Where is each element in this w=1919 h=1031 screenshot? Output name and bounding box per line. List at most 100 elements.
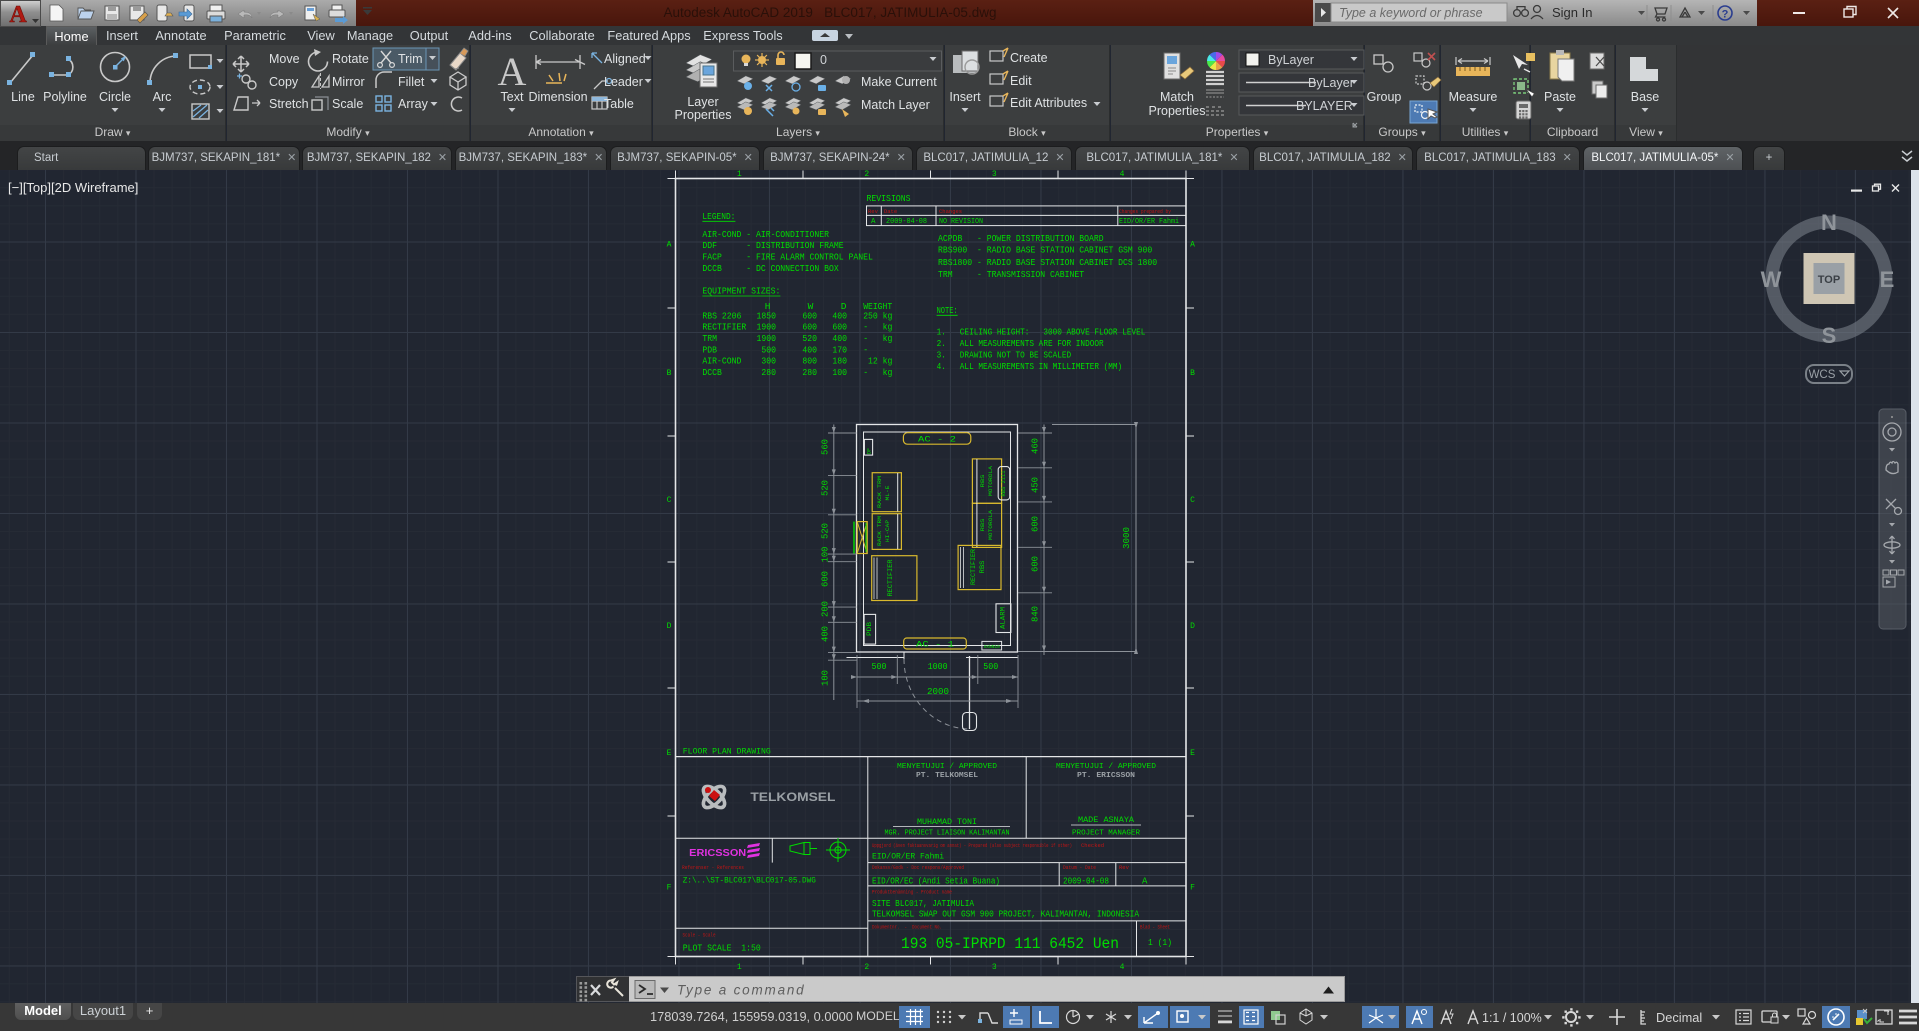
- svg-text:600: 600: [802, 310, 817, 321]
- svg-text:SITE BLC017, JATIMULIA: SITE BLC017, JATIMULIA: [872, 898, 974, 909]
- svg-text:TRM - TRANSMISSION CABINET: TRM - TRANSMISSION CABINET: [938, 269, 1084, 280]
- svg-text:F: F: [1190, 883, 1195, 892]
- svg-text:Blad - Sheet: Blad - Sheet: [1140, 923, 1170, 930]
- svg-text:460: 460: [1031, 438, 1041, 454]
- svg-text:Produktbenämning - Product nam: Produktbenämning - Product name: [872, 889, 952, 896]
- svg-text:600: 600: [821, 571, 831, 587]
- svg-text:2: 2: [864, 170, 869, 179]
- svg-text:Layer: Layer: [687, 95, 718, 109]
- svg-text:HI-CAP: HI-CAP: [884, 519, 891, 542]
- svg-text:400: 400: [802, 344, 817, 355]
- svg-text:RBS900 - RADIO BASE STATION C: RBS900 - RADIO BASE STATION CABINET GSM …: [938, 245, 1153, 256]
- svg-text:Match Layer: Match Layer: [861, 98, 930, 112]
- svg-text:2009-04-08: 2009-04-08: [1063, 877, 1109, 887]
- svg-text:Line: Line: [11, 90, 35, 104]
- svg-text:100: 100: [821, 670, 831, 686]
- svg-text:180: 180: [832, 356, 847, 367]
- svg-text:Base: Base: [1631, 90, 1660, 104]
- svg-text:Circle: Circle: [99, 90, 131, 104]
- svg-text:Trim: Trim: [398, 52, 423, 66]
- svg-text:RBS: RBS: [979, 560, 986, 573]
- svg-text:12 kg: 12 kg: [863, 356, 892, 367]
- svg-text:RBS 2111: RBS 2111: [1001, 471, 1007, 497]
- svg-text:4. ALL MEASUREMENTS IN MILLI: 4. ALL MEASUREMENTS IN MILLIMETER (MM): [937, 361, 1123, 372]
- svg-text:TELKOMSEL SWAP OUT GSM 900 PRO: TELKOMSEL SWAP OUT GSM 900 PROJECT, KALI…: [872, 909, 1139, 920]
- svg-text:LEGEND:: LEGEND:: [702, 211, 735, 222]
- svg-text:2009-04-08: 2009-04-08: [886, 218, 927, 226]
- svg-text:Uppgjord (även faktaansvarig o: Uppgjord (även faktaansvarig om annat) -…: [872, 842, 1072, 849]
- svg-text:RECTIFIER: RECTIFIER: [702, 322, 746, 333]
- svg-text:1 (1): 1 (1): [1148, 938, 1172, 948]
- svg-text:ByLayer: ByLayer: [1268, 53, 1314, 67]
- svg-text:Make Current: Make Current: [861, 75, 937, 89]
- svg-text:DCCB - DC CONNECTION BOX: DCCB - DC CONNECTION BOX: [702, 263, 839, 274]
- svg-text:3. DRAWING NOT TO BE SCALED: 3. DRAWING NOT TO BE SCALED: [937, 349, 1072, 360]
- svg-text:1. CEILING HEIGHT: 3000 AB: 1. CEILING HEIGHT: 3000 ABOVE FLOOR LEVE…: [937, 326, 1146, 337]
- svg-text:AC - 2: AC - 2: [918, 436, 956, 445]
- svg-text:E: E: [1190, 749, 1195, 758]
- svg-text:RBS 2206: RBS 2206: [702, 310, 741, 321]
- svg-text:Changes prepared by: Changes prepared by: [1119, 208, 1172, 215]
- svg-text:DDF - DISTRIBUTION FRAME: DDF - DISTRIBUTION FRAME: [702, 240, 843, 251]
- svg-text:Copy: Copy: [269, 75, 299, 89]
- svg-text:Scale: Scale: [332, 97, 363, 111]
- svg-text:MADE ASNAYA: MADE ASNAYA: [1078, 816, 1134, 825]
- svg-text:E: E: [667, 749, 672, 758]
- svg-text:Properties: Properties: [1149, 104, 1206, 118]
- svg-text:100: 100: [821, 547, 831, 563]
- svg-text:A: A: [9, 2, 27, 28]
- svg-text:600: 600: [1031, 516, 1041, 532]
- svg-text:ALARM: ALARM: [1000, 607, 1007, 629]
- svg-text:400: 400: [832, 310, 847, 321]
- svg-text:PT. ERICSSON: PT. ERICSSON: [1077, 772, 1135, 780]
- svg-text:4: 4: [1120, 963, 1125, 972]
- svg-text:Changes: Changes: [939, 208, 962, 215]
- svg-text:1900: 1900: [757, 322, 777, 333]
- svg-text:PT. TELKOMSEL: PT. TELKOMSEL: [916, 772, 979, 780]
- svg-text:D: D: [1190, 622, 1195, 631]
- svg-text:3: 3: [992, 170, 997, 179]
- svg-text:Move: Move: [269, 52, 300, 66]
- svg-text:Mirror: Mirror: [332, 75, 365, 89]
- svg-text:F: F: [667, 883, 672, 892]
- svg-text:3: 3: [992, 963, 997, 972]
- svg-text:Type a command: Type a command: [677, 983, 806, 998]
- svg-text:RBS: RBS: [979, 474, 986, 488]
- svg-text:0: 0: [820, 53, 827, 67]
- svg-text:B: B: [1190, 369, 1195, 378]
- svg-text:1900: 1900: [757, 333, 777, 344]
- svg-text:1850: 1850: [757, 310, 777, 321]
- svg-text:TOP: TOP: [1818, 274, 1840, 286]
- svg-text:ByLayer: ByLayer: [1308, 76, 1354, 90]
- svg-text:ACPDB - POWER DISTRIBUTION B: ACPDB - POWER DISTRIBUTION BOARD: [938, 233, 1104, 244]
- svg-text:Arc: Arc: [153, 90, 172, 104]
- svg-text:D: D: [667, 622, 672, 631]
- svg-text:1: 1: [737, 963, 742, 972]
- svg-text:WCS: WCS: [1809, 369, 1836, 381]
- svg-text:Datum - Date: Datum - Date: [1063, 864, 1096, 871]
- svg-text:MUHAMAD TONI: MUHAMAD TONI: [917, 818, 977, 827]
- svg-text:NO REVISION: NO REVISION: [939, 218, 983, 226]
- svg-text:400: 400: [832, 333, 847, 344]
- svg-text:PLOT SCALE 1:50: PLOT SCALE 1:50: [683, 943, 761, 954]
- svg-text:Z:\..\ST-BLC017\BLC017-05.DWG: Z:\..\ST-BLC017\BLC017-05.DWG: [683, 876, 816, 886]
- svg-text:DCCB: DCCB: [702, 367, 722, 378]
- svg-text:520: 520: [821, 523, 831, 539]
- svg-text:W: W: [1761, 267, 1782, 292]
- svg-text:A: A: [1190, 240, 1195, 249]
- svg-text:EID/OR/ER Fahmi: EID/OR/ER Fahmi: [1119, 218, 1179, 226]
- svg-text:- kg: - kg: [863, 333, 892, 344]
- svg-text:A: A: [1142, 877, 1148, 887]
- svg-text:Scale - Scale: Scale - Scale: [683, 932, 716, 939]
- svg-text:RBS1800 - RADIO BASE STATION C: RBS1800 - RADIO BASE STATION CABINET DCS…: [938, 257, 1157, 268]
- svg-text:2. ALL MEASUREMENTS ARE FOR: 2. ALL MEASUREMENTS ARE FOR INDOOR: [937, 338, 1104, 349]
- svg-text:PDB: PDB: [866, 621, 873, 636]
- svg-text:MENYETUJUI / APPROVED: MENYETUJUI / APPROVED: [897, 763, 998, 771]
- svg-text:MOTOROLA: MOTOROLA: [987, 465, 994, 496]
- svg-text:Create: Create: [1010, 51, 1048, 65]
- svg-text:MOTOROLA: MOTOROLA: [987, 509, 994, 540]
- svg-text:Dokumentnr. - Document No.: Dokumentnr. - Document No.: [872, 923, 942, 930]
- svg-text:NOTE:: NOTE:: [937, 305, 958, 316]
- svg-text:1000: 1000: [928, 662, 948, 672]
- svg-text:S: S: [1822, 323, 1837, 348]
